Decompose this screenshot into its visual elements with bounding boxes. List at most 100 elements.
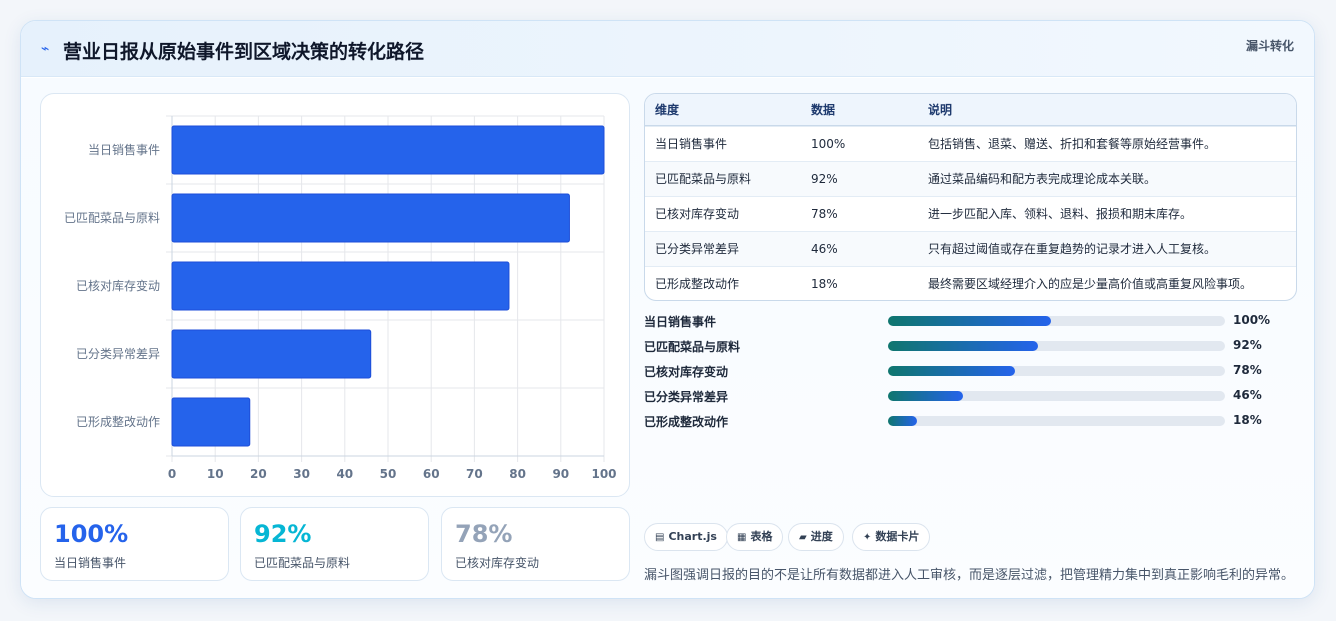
table-cell-description: 通过菜品编码和配方表完成理论成本关联。 [928, 172, 1157, 186]
x-tick-label: 0 [168, 467, 176, 481]
progress-value: 46% [1233, 388, 1262, 402]
progress-label: 当日销售事件 [644, 315, 717, 329]
chip-label: 数据卡片 [875, 530, 920, 543]
y-category-label: 已匹配菜品与原料 [64, 211, 160, 225]
chip-label: 进度 [810, 530, 833, 543]
table-header-dimension: 维度 [655, 103, 680, 117]
progress-track [888, 316, 1225, 326]
progress-value: 92% [1233, 338, 1262, 352]
x-tick-label: 10 [207, 467, 224, 481]
stat-value: 92% [254, 520, 312, 548]
progress-row: 当日销售事件 100% [644, 311, 1284, 331]
table-row: 当日销售事件 100% 包括销售、退菜、赠送、折扣和套餐等原始经营事件。 [645, 126, 1296, 161]
bar [171, 329, 372, 379]
progress-track [888, 416, 1225, 426]
chip-label: 表格 [750, 530, 773, 543]
table-row: 已核对库存变动 78% 进一步匹配入库、领料、退料、报损和期末库存。 [645, 196, 1296, 231]
stat-label: 当日销售事件 [54, 556, 127, 570]
stat-card-sales-events: 100% 当日销售事件 [40, 507, 229, 581]
progress-row: 已核对库存变动 78% [644, 361, 1284, 381]
chip-table[interactable]: ▦ 表格 [726, 523, 784, 551]
progress-row: 已形成整改动作 18% [644, 411, 1284, 431]
table-cell-dimension: 已匹配菜品与原料 [655, 172, 752, 186]
progress-icon: ▰ [799, 532, 807, 543]
progress-fill [888, 416, 918, 426]
y-category-label: 当日销售事件 [88, 142, 160, 157]
table-cell-description: 包括销售、退菜、赠送、折扣和套餐等原始经营事件。 [928, 137, 1217, 151]
table-cell-description: 最终需要区域经理介入的应是少量高价值或高重复风险事项。 [928, 277, 1253, 291]
chart-icon: ▤ [655, 532, 665, 543]
progress-value: 18% [1233, 413, 1262, 427]
stat-card-matched: 92% 已匹配菜品与原料 [240, 507, 429, 581]
table-cell-data: 18% [811, 277, 838, 291]
table-cell-dimension: 已形成整改动作 [655, 277, 740, 291]
table-cell-data: 46% [811, 242, 838, 256]
x-tick-label: 40 [336, 467, 353, 481]
table-icon: ▦ [737, 532, 747, 543]
card-header: ⌁ 营业日报从原始事件到区域决策的转化路径 漏斗转化 [21, 21, 1314, 77]
progress-row: 已匹配菜品与原料 92% [644, 336, 1284, 356]
chip-chartjs[interactable]: ▤ Chart.js [644, 523, 728, 551]
bar [171, 193, 570, 243]
data-table: 维度 数据 说明 当日销售事件 100% 包括销售、退菜、赠送、折扣和套餐等原始… [644, 93, 1297, 301]
chip-data-cards[interactable]: ✦ 数据卡片 [852, 523, 931, 551]
x-tick-label: 90 [552, 467, 569, 481]
progress-track [888, 366, 1225, 376]
bar [171, 261, 510, 311]
x-tick-label: 80 [509, 467, 526, 481]
table-cell-description: 只有超过阈值或存在重复趋势的记录才进入人工复核。 [928, 242, 1217, 256]
page-title: 营业日报从原始事件到区域决策的转化路径 [63, 41, 425, 63]
table-header-data: 数据 [811, 103, 836, 117]
dashboard-card: ⌁ 营业日报从原始事件到区域决策的转化路径 漏斗转化 0 10 20 30 40 50 60… [20, 20, 1315, 599]
progress-label: 已核对库存变动 [644, 365, 729, 379]
footnote: 漏斗图强调日报的目的不是让所有数据都进入人工审核，而是逐层过滤，把管理精力集中到… [644, 568, 1295, 583]
wave-icon: ⌁ [41, 41, 50, 57]
progress-label: 已分类异常差异 [644, 390, 729, 404]
progress-fill [888, 316, 1052, 326]
stat-card-inventory: 78% 已核对库存变动 [441, 507, 630, 581]
table-cell-dimension: 已分类异常差异 [655, 242, 740, 256]
stat-value: 78% [455, 520, 513, 548]
x-tick-label: 50 [380, 467, 397, 481]
table-cell-description: 进一步匹配入库、领料、退料、报损和期末库存。 [928, 207, 1193, 221]
progress-value: 78% [1233, 363, 1262, 377]
progress-fill [888, 341, 1039, 351]
progress-fill [888, 366, 1016, 376]
sparkle-icon: ✦ [863, 532, 872, 543]
table-row: 已形成整改动作 18% 最终需要区域经理介入的应是少量高价值或高重复风险事项。 [645, 266, 1296, 300]
table-cell-data: 92% [811, 172, 838, 186]
progress-label: 已匹配菜品与原料 [644, 340, 741, 354]
chart-type-tag: 漏斗转化 [1245, 39, 1294, 53]
table-cell-data: 100% [811, 137, 846, 151]
progress-fill [888, 391, 964, 401]
table-row: 已匹配菜品与原料 92% 通过菜品编码和配方表完成理论成本关联。 [645, 161, 1296, 196]
stat-label: 已匹配菜品与原料 [254, 556, 351, 570]
chip-progress[interactable]: ▰ 进度 [788, 523, 844, 551]
table-cell-dimension: 已核对库存变动 [655, 207, 740, 221]
x-tick-label: 20 [250, 467, 267, 481]
table-cell-data: 78% [811, 207, 838, 221]
y-category-label: 已分类异常差异 [76, 347, 160, 361]
x-tick-label: 30 [293, 467, 310, 481]
progress-label: 已形成整改动作 [644, 415, 729, 429]
bar [171, 125, 605, 175]
y-category-label: 已形成整改动作 [76, 414, 160, 429]
chip-label: Chart.js [668, 530, 717, 543]
chart-svg: 0 10 20 30 40 50 60 70 80 90 100 当日销售事件已匹配菜品与原料已核对库… [64, 115, 617, 481]
bar [171, 397, 251, 447]
stat-label: 已核对库存变动 [455, 556, 540, 570]
table-cell-dimension: 当日销售事件 [655, 137, 728, 151]
table-row: 已分类异常差异 46% 只有超过阈值或存在重复趋势的记录才进入人工复核。 [645, 231, 1296, 266]
progress-value: 100% [1233, 313, 1271, 327]
table-header-description: 说明 [928, 103, 953, 117]
progress-row: 已分类异常差异 46% [644, 386, 1284, 406]
x-tick-label: 70 [466, 467, 483, 481]
funnel-bar-chart: 0 10 20 30 40 50 60 70 80 90 100 当日销售事件已匹配菜品与原料已核对库… [40, 93, 630, 497]
progress-track [888, 391, 1225, 401]
x-tick-label: 100 [591, 467, 616, 481]
stat-value: 100% [54, 520, 129, 548]
progress-track [888, 341, 1225, 351]
table-header-row: 维度 数据 说明 [645, 94, 1296, 126]
y-category-label: 已核对库存变动 [76, 278, 160, 293]
x-tick-label: 60 [423, 467, 440, 481]
